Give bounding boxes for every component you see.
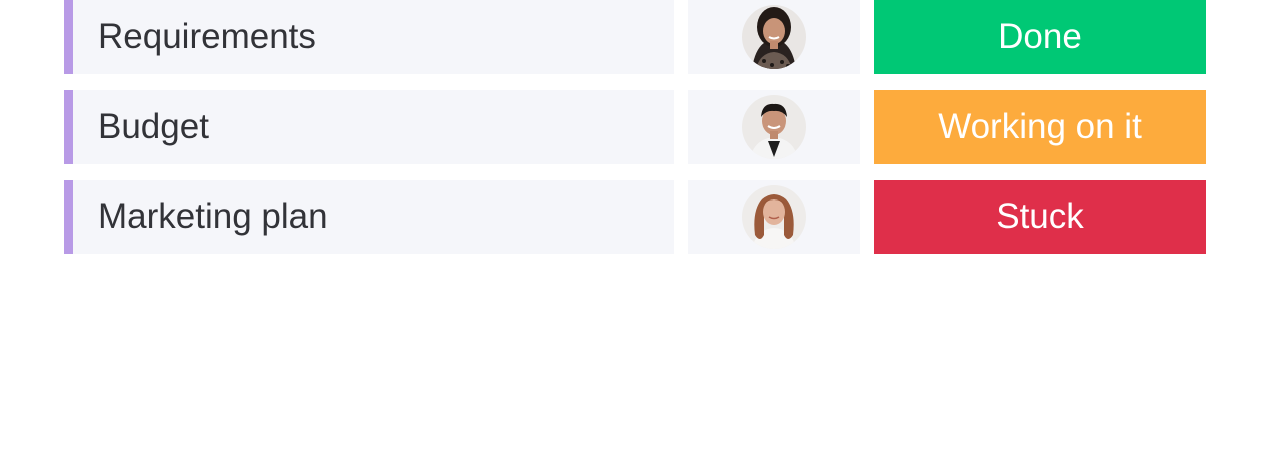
- avatar-man-dark-hair-icon: [742, 95, 806, 159]
- task-name-cell[interactable]: Budget: [73, 90, 674, 164]
- task-row-marketing-plan: Marketing plan Stuck: [64, 180, 1206, 254]
- row-accent-bar: [64, 180, 73, 254]
- status-label: Working on it: [938, 107, 1142, 146]
- person-cell[interactable]: [688, 0, 860, 74]
- status-cell[interactable]: Working on it: [874, 90, 1206, 164]
- status-label: Done: [998, 17, 1082, 56]
- task-row-budget: Budget Working on it: [64, 90, 1206, 164]
- task-row-requirements: Requirements Done: [64, 0, 1206, 74]
- task-name: Budget: [98, 107, 209, 146]
- row-accent-bar: [64, 90, 73, 164]
- task-name-cell[interactable]: Requirements: [73, 0, 674, 74]
- status-cell[interactable]: Stuck: [874, 180, 1206, 254]
- task-name: Requirements: [98, 17, 316, 56]
- task-name-cell[interactable]: Marketing plan: [73, 180, 674, 254]
- task-name: Marketing plan: [98, 197, 328, 236]
- person-cell[interactable]: [688, 180, 860, 254]
- avatar-woman-dark-hair-icon: [742, 5, 806, 69]
- task-board: Requirements Done Budget Working on it M…: [0, 0, 1270, 466]
- person-cell[interactable]: [688, 90, 860, 164]
- status-label: Stuck: [996, 197, 1084, 236]
- row-accent-bar: [64, 0, 73, 74]
- status-cell[interactable]: Done: [874, 0, 1206, 74]
- avatar-woman-red-hair-icon: [742, 185, 806, 249]
